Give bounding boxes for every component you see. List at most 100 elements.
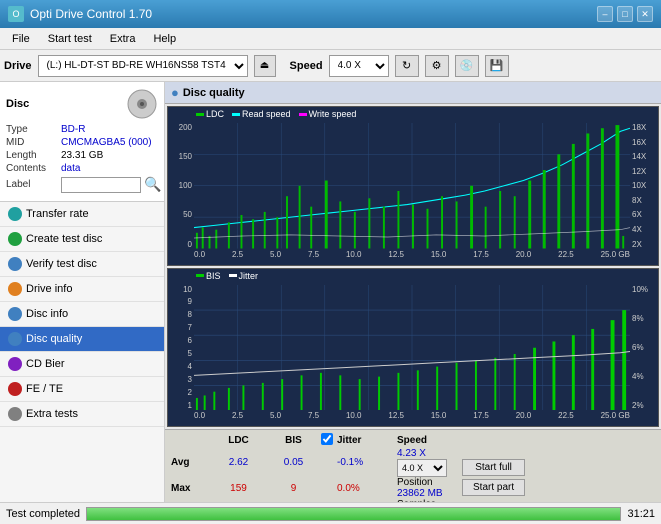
- close-button[interactable]: ✕: [637, 6, 653, 22]
- sidebar-item-transfer-rate[interactable]: Transfer rate: [0, 202, 164, 227]
- window-controls: – □ ✕: [597, 6, 653, 22]
- drive-info-icon: [8, 282, 22, 296]
- bis-col-header: BIS: [266, 433, 321, 448]
- eject-button[interactable]: ⏏: [254, 55, 276, 77]
- chart2-x-axis: 0.0 2.5 5.0 7.5 10.0 12.5 15.0 17.5 20.0…: [194, 410, 630, 426]
- progress-bar: [86, 507, 621, 521]
- charts-area: LDC Read speed Write speed 200 150 10: [165, 104, 661, 429]
- sidebar: Disc Type BD-R MID CMCMAGBA5 (000) Lengt…: [0, 82, 165, 524]
- disc-icon: [126, 88, 158, 120]
- titlebar: O Opti Drive Control 1.70 – □ ✕: [0, 0, 661, 28]
- legend-write-speed: Write speed: [299, 109, 357, 119]
- speed-select[interactable]: 4.0 X: [329, 55, 389, 77]
- mid-value: CMCMAGBA5 (000): [61, 137, 152, 148]
- disc-quality-icon: [8, 332, 22, 346]
- drive-select[interactable]: (L:) HL-DT-ST BD-RE WH16NS58 TST4: [38, 55, 248, 77]
- maximize-button[interactable]: □: [617, 6, 633, 22]
- type-label: Type: [6, 124, 61, 135]
- sidebar-item-disc-quality[interactable]: Disc quality: [0, 327, 164, 352]
- statusbar: Test completed 31:21: [0, 502, 661, 524]
- chart1-x-axis: 0.0 2.5 5.0 7.5 10.0 12.5 15.0 17.5 20.0…: [194, 249, 630, 265]
- minimize-button[interactable]: –: [597, 6, 613, 22]
- ldc-col-header: LDC: [211, 433, 266, 448]
- chart2-svg: [194, 285, 630, 411]
- sidebar-item-disc-info[interactable]: Disc info: [0, 302, 164, 327]
- mid-label: MID: [6, 137, 61, 148]
- jitter-label: Jitter: [239, 271, 259, 281]
- chart2-legend: BIS Jitter: [196, 271, 258, 281]
- drive-label: Drive: [4, 60, 32, 72]
- speed-value: 4.23 X: [397, 448, 426, 459]
- ldc-dot: [196, 113, 204, 116]
- cd-bier-icon: [8, 357, 22, 371]
- bis-dot: [196, 274, 204, 277]
- chart1: LDC Read speed Write speed 200 150 10: [167, 106, 659, 266]
- menu-extra[interactable]: Extra: [102, 31, 144, 47]
- menu-help[interactable]: Help: [145, 31, 184, 47]
- disc-button[interactable]: 💿: [455, 55, 479, 77]
- menu-start-test[interactable]: Start test: [40, 31, 100, 47]
- sidebar-item-cd-bier[interactable]: CD Bier: [0, 352, 164, 377]
- write-speed-label: Write speed: [309, 109, 357, 119]
- verify-test-disc-label: Verify test disc: [26, 258, 97, 270]
- disc-info-label: Disc info: [26, 308, 68, 320]
- fe-te-icon: [8, 382, 22, 396]
- jitter-dot: [229, 274, 237, 277]
- disc-quality-header-icon: ●: [171, 85, 179, 100]
- disc-label-input[interactable]: [61, 177, 141, 193]
- sidebar-item-fe-te[interactable]: FE / TE: [0, 377, 164, 402]
- contents-label: Contents: [6, 163, 61, 174]
- legend-read-speed: Read speed: [232, 109, 291, 119]
- legend-ldc: LDC: [196, 109, 224, 119]
- transfer-rate-label: Transfer rate: [26, 208, 89, 220]
- avg-ldc-val: 2.62: [211, 448, 266, 477]
- jitter-checkbox[interactable]: [321, 433, 333, 445]
- save-button[interactable]: 💾: [485, 55, 509, 77]
- chart2-y-axis-right: 10% 8% 6% 4% 2%: [630, 285, 658, 411]
- jitter-col-header: Jitter: [337, 433, 397, 448]
- start-buttons: Start full Start part: [462, 459, 525, 496]
- sidebar-item-drive-info[interactable]: Drive info: [0, 277, 164, 302]
- sidebar-item-create-test-disc[interactable]: Create test disc: [0, 227, 164, 252]
- disc-info-icon: [8, 307, 22, 321]
- read-speed-dot: [232, 113, 240, 116]
- disc-label-label: Label: [6, 179, 61, 190]
- main-area: Disc Type BD-R MID CMCMAGBA5 (000) Lengt…: [0, 82, 661, 524]
- avg-bis-val: 0.05: [266, 448, 321, 477]
- max-row-label: Max: [171, 477, 211, 499]
- read-speed-label: Read speed: [242, 109, 291, 119]
- menubar: File Start test Extra Help: [0, 28, 661, 50]
- sidebar-item-extra-tests[interactable]: Extra tests: [0, 402, 164, 427]
- speed-col-header: Speed: [397, 433, 452, 448]
- app-icon: O: [8, 6, 24, 22]
- create-test-disc-icon: [8, 232, 22, 246]
- bis-label: BIS: [206, 271, 221, 281]
- speed-label: Speed: [290, 60, 323, 72]
- contents-value: data: [61, 163, 80, 174]
- chart1-svg: [194, 123, 630, 249]
- max-ldc-val: 159: [211, 477, 266, 499]
- type-value: BD-R: [61, 124, 85, 135]
- avg-row-label: Avg: [171, 448, 211, 477]
- start-part-button[interactable]: Start part: [462, 479, 525, 496]
- progress-fill: [87, 508, 620, 520]
- transfer-rate-icon: [8, 207, 22, 221]
- chart2-y-axis-left: 10 9 8 7 6 5 4 3 2 1: [168, 285, 194, 411]
- sidebar-item-verify-test-disc[interactable]: Verify test disc: [0, 252, 164, 277]
- position-val: 23862 MB: [397, 488, 443, 499]
- drive-info-label: Drive info: [26, 283, 72, 295]
- label-search-icon[interactable]: 🔍: [144, 176, 161, 193]
- chart1-legend: LDC Read speed Write speed: [196, 109, 356, 119]
- status-time: 31:21: [627, 508, 655, 520]
- create-test-disc-label: Create test disc: [26, 233, 102, 245]
- refresh-button[interactable]: ↻: [395, 55, 419, 77]
- extra-tests-label: Extra tests: [26, 408, 78, 420]
- menu-file[interactable]: File: [4, 31, 38, 47]
- speed-select-stats[interactable]: 4.0 X: [397, 459, 447, 477]
- start-full-button[interactable]: Start full: [462, 459, 525, 476]
- extra-tests-icon: [8, 407, 22, 421]
- status-text: Test completed: [6, 508, 80, 520]
- app-title: Opti Drive Control 1.70: [30, 7, 152, 21]
- avg-jitter-val: -0.1%: [337, 448, 397, 477]
- settings-button[interactable]: ⚙: [425, 55, 449, 77]
